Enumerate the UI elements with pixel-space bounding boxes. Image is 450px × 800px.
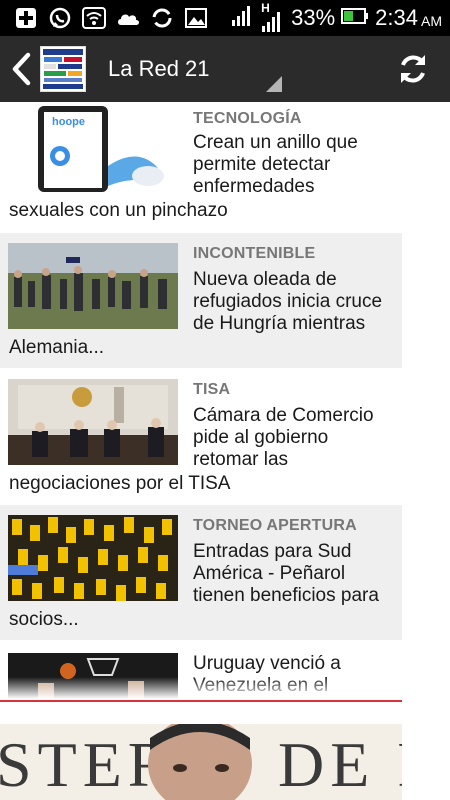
news-item[interactable]: INCONTENIBLE Nueva oleada de refugiados …: [0, 233, 402, 368]
news-feed: hoope TECNOLOGÍA Crean un anillo que per…: [0, 102, 450, 800]
cloud-icon: [116, 6, 140, 30]
news-thumbnail: [8, 379, 178, 465]
back-button[interactable]: [6, 50, 36, 88]
notification-plus-icon: [14, 6, 38, 30]
news-headline: Cámara de Comercio pide al gobierno reto…: [193, 405, 374, 470]
news-headline-continuation: sexuales con un pinchazo: [9, 200, 228, 221]
news-headline: Entradas para Sud América - Peñarol tien…: [193, 541, 379, 606]
news-category: TORNEO APERTURA: [193, 517, 357, 534]
app-title[interactable]: La Red 21: [108, 56, 210, 82]
news-thumbnail: hoope: [8, 106, 178, 192]
refresh-button[interactable]: [394, 50, 432, 88]
data-signal-icon: H: [259, 1, 285, 33]
featured-image[interactable]: STERIO DE R: [0, 724, 402, 800]
image-icon: [184, 6, 208, 30]
news-headline: Crean un anillo que permite detectar enf…: [193, 132, 358, 197]
news-category: INCONTENIBLE: [193, 245, 316, 262]
sync-icon: [150, 6, 174, 30]
clock-ampm: AM: [421, 13, 442, 29]
news-item[interactable]: hoope TECNOLOGÍA Crean un anillo que per…: [0, 102, 402, 232]
notification-icons: [14, 6, 208, 30]
news-category: TECNOLOGÍA: [193, 110, 302, 127]
signal-icon: [231, 5, 253, 32]
news-item[interactable]: TORNEO APERTURA Entradas para Sud Améric…: [0, 505, 402, 640]
refresh-icon: [401, 55, 425, 83]
news-headline: Nueva oleada de refugiados inicia cruce …: [193, 269, 383, 334]
app-logo: [40, 46, 86, 92]
battery-icon: [341, 7, 369, 30]
feed-divider: [0, 700, 402, 702]
wifi-icon: [82, 6, 106, 30]
news-category: TISA: [193, 381, 231, 398]
status-bar: H 33% 2:34 AM: [0, 0, 450, 36]
news-headline-continuation: Alemania...: [9, 337, 105, 358]
action-bar: La Red 21: [0, 36, 450, 102]
system-indicators: H 33% 2:34 AM: [231, 0, 442, 36]
thumbnail-brand-text: hoope: [52, 116, 85, 128]
news-headline-continuation: negociaciones por el TISA: [9, 473, 231, 494]
clock: 2:34: [375, 5, 418, 30]
news-thumbnail: [8, 243, 178, 329]
back-chevron-icon: [12, 52, 31, 86]
list-fade: [0, 677, 402, 699]
whatsapp-icon: [48, 6, 72, 30]
battery-percent: 33%: [291, 5, 336, 30]
news-headline-continuation: socios...: [9, 609, 79, 630]
news-thumbnail: [8, 515, 178, 601]
spinner-dropdown-indicator[interactable]: [266, 76, 282, 92]
news-item[interactable]: TISA Cámara de Comercio pide al gobierno…: [0, 369, 402, 504]
featured-person: [148, 724, 252, 800]
